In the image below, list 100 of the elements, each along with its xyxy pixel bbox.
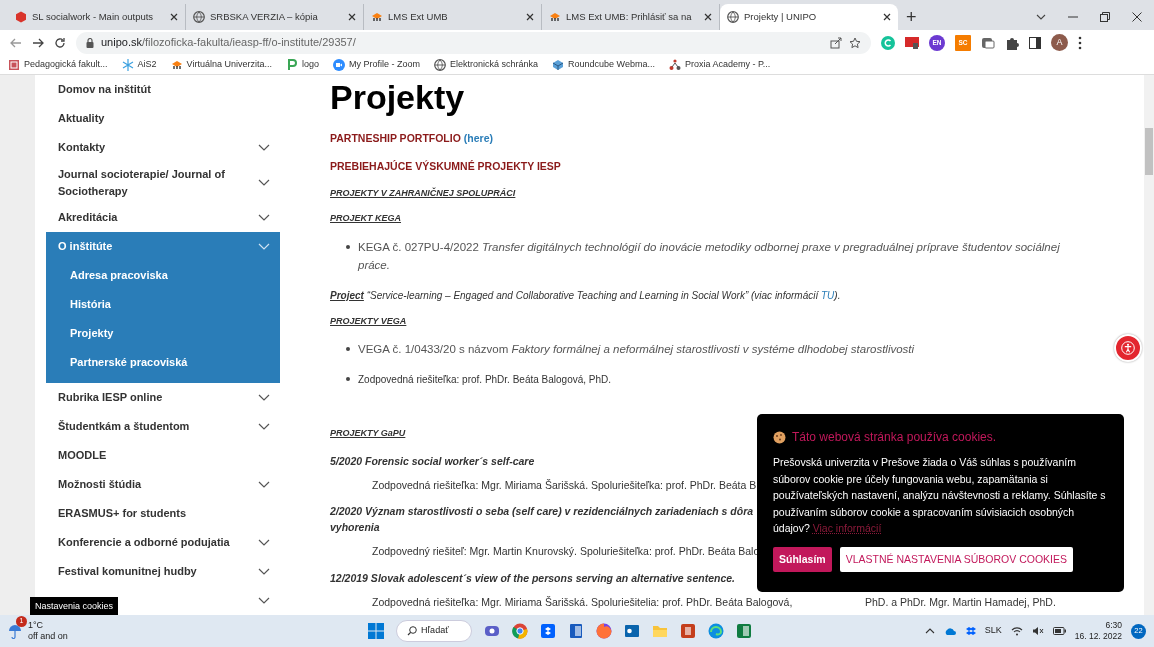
chevron-down-icon[interactable] — [258, 214, 270, 221]
chevron-down-icon[interactable] — [258, 423, 270, 430]
sidebar-subitem[interactable]: Adresa pracoviska — [46, 261, 280, 290]
video-camera-icon — [332, 58, 345, 71]
cookie-settings-button[interactable]: Nastavenia cookies — [30, 597, 119, 615]
close-icon[interactable] — [348, 13, 356, 21]
chevron-down-icon[interactable] — [258, 481, 270, 488]
chevron-down-icon[interactable] — [258, 394, 270, 401]
sidebar-item[interactable]: MOODLE — [46, 441, 280, 470]
new-tab-button[interactable]: + — [898, 8, 925, 26]
address-bar[interactable]: unipo.sk/filozoficka-fakulta/ieasp-ff/o-institute/29357/ — [76, 31, 871, 54]
cookie-title: Táto webová stránka používa cookies. — [792, 429, 997, 446]
puzzle-icon[interactable] — [1005, 35, 1019, 50]
bullet-icon — [346, 244, 350, 249]
cube-icon — [552, 58, 565, 71]
box-icon[interactable] — [540, 623, 556, 639]
sidebar-item[interactable]: ERASMUS+ for students — [46, 499, 280, 528]
star-icon[interactable] — [849, 36, 861, 49]
bookmark-link[interactable]: Roundcube Webma... — [552, 57, 655, 72]
bookmark-link[interactable]: My Profile - Zoom — [332, 57, 420, 72]
hexagon-icon — [15, 11, 27, 23]
project-title: vyhorenia — [330, 520, 380, 536]
sidebar-item[interactable]: Rubrika IESP online — [46, 383, 280, 412]
chevron-down-icon[interactable] — [258, 144, 270, 151]
close-icon[interactable] — [170, 13, 178, 21]
close-icon[interactable] — [1132, 12, 1142, 22]
box-icon[interactable] — [964, 626, 976, 636]
graduation-cap-icon — [549, 11, 561, 23]
close-icon[interactable] — [526, 13, 534, 21]
restore-icon[interactable] — [1100, 12, 1110, 22]
profile-avatar[interactable]: A — [1051, 34, 1068, 51]
settings-button[interactable]: VLASTNÉ NASTAVENIA SÚBOROV COOKIES — [839, 546, 1074, 573]
chevron-up-icon[interactable] — [924, 628, 935, 634]
chevron-down-icon[interactable] — [258, 568, 270, 575]
project-title: 2/2020 Význam starostlivosti o seba (self care) v rezidenciálnych zariadeniach s dôra — [330, 504, 754, 520]
chevron-down-icon[interactable] — [258, 539, 270, 546]
sidebar-item[interactable]: Akreditácia — [46, 203, 280, 232]
language-indicator[interactable]: SLK — [984, 624, 1002, 638]
forward-arrow-icon[interactable] — [32, 37, 44, 48]
clock-date[interactable]: 16. 12. 2022 — [1074, 631, 1122, 642]
subsection-heading: PROJEKT KEGA — [330, 212, 401, 225]
section-heading: PARTNESHIP PORTFOLIO (here) — [330, 131, 494, 146]
search-field[interactable]: Hľadať — [396, 620, 472, 642]
cloud-icon[interactable] — [943, 627, 956, 635]
globe-icon — [727, 11, 739, 23]
sidebar-item[interactable]: Festival komunitnej hudby — [46, 557, 280, 586]
battery-icon[interactable] — [1052, 627, 1066, 635]
sidebar-subitem[interactable]: História — [46, 290, 280, 319]
mail-app-icon[interactable] — [624, 623, 640, 639]
portfolio-link[interactable]: (here) — [463, 132, 493, 144]
bookmark-link[interactable]: AiS2 — [121, 57, 157, 72]
url-text[interactable]: unipo.sk/filozoficka-fakulta/ieasp-ff/o-institute/29357/ — [101, 34, 356, 51]
chevron-down-icon[interactable] — [1036, 14, 1046, 20]
document-icon[interactable] — [568, 623, 584, 639]
wave-browser-icon[interactable] — [708, 623, 724, 639]
clock-time[interactable]: 6:30 — [1074, 620, 1122, 631]
cookie-icon — [773, 430, 786, 444]
accept-button[interactable]: Súhlasím — [773, 546, 832, 573]
subsection-heading: PROJEKTY VEGA — [330, 314, 407, 328]
extension-icon[interactable] — [981, 35, 995, 50]
accessibility-button[interactable] — [1114, 334, 1142, 362]
side-panel-icon[interactable] — [1029, 36, 1041, 49]
share-icon[interactable] — [830, 36, 842, 49]
back-arrow-icon[interactable] — [10, 37, 22, 48]
bookmark-link[interactable]: logo — [285, 57, 319, 72]
sidebar-item[interactable]: Domov na inštitút — [46, 75, 280, 104]
extension-icon[interactable] — [905, 36, 919, 49]
browser-tab[interactable]: Projekty | UNIPO — [720, 4, 898, 30]
speaker-muted-icon[interactable] — [1031, 626, 1044, 636]
sidebar-subitem[interactable]: Partnerské pracoviská — [46, 348, 280, 377]
wifi-icon[interactable] — [1010, 626, 1023, 636]
sidebar-item[interactable]: Aktuality — [46, 104, 280, 133]
bookmark-link[interactable]: Virtuálna Univerzita... — [170, 57, 272, 72]
figures-icon — [668, 58, 681, 71]
browser-icon[interactable] — [512, 623, 528, 639]
close-icon[interactable] — [704, 13, 712, 21]
fox-globe-icon[interactable] — [596, 623, 612, 639]
sidebar-item[interactable]: Študentkám a študentom — [46, 412, 280, 441]
video-call-icon[interactable] — [484, 623, 500, 639]
close-icon[interactable] — [883, 13, 891, 21]
bookmark-link[interactable]: Elektronická schránka — [434, 57, 539, 72]
chevron-down-icon[interactable] — [258, 597, 270, 604]
bullet-icon — [346, 347, 350, 351]
scrollbar[interactable] — [1144, 75, 1154, 615]
sidebar-item[interactable]: Možnosti štúdia — [46, 470, 280, 499]
bookmark-link[interactable]: Pedagogická fakult... — [8, 57, 108, 72]
sidebar-item[interactable]: Kontakty — [46, 133, 280, 162]
globe-icon — [434, 58, 446, 71]
spreadsheet-app-icon[interactable] — [736, 623, 752, 639]
bookmark-link[interactable]: Proxia Academy - P... — [668, 57, 771, 72]
lock-icon — [86, 37, 94, 48]
sidebar-item[interactable]: O inštitúte — [46, 232, 280, 261]
more-menu-icon[interactable] — [1078, 35, 1082, 50]
chevron-down-icon[interactable] — [258, 179, 270, 186]
sidebar-item[interactable]: Konferencie a odborné podujatia — [46, 528, 280, 557]
reload-icon[interactable] — [54, 36, 66, 49]
sidebar-item[interactable]: Journal socioterapie/ Journal of Sociotherapy — [46, 162, 280, 203]
sidebar-subitem[interactable]: Projekty — [46, 319, 280, 348]
team-text: Zodpovedná riešiteľka: Mgr. Miriama Šarišská. Spoluriešiteľka: prof. PhDr. Beáta B — [372, 477, 757, 493]
slides-app-icon[interactable] — [680, 623, 696, 639]
